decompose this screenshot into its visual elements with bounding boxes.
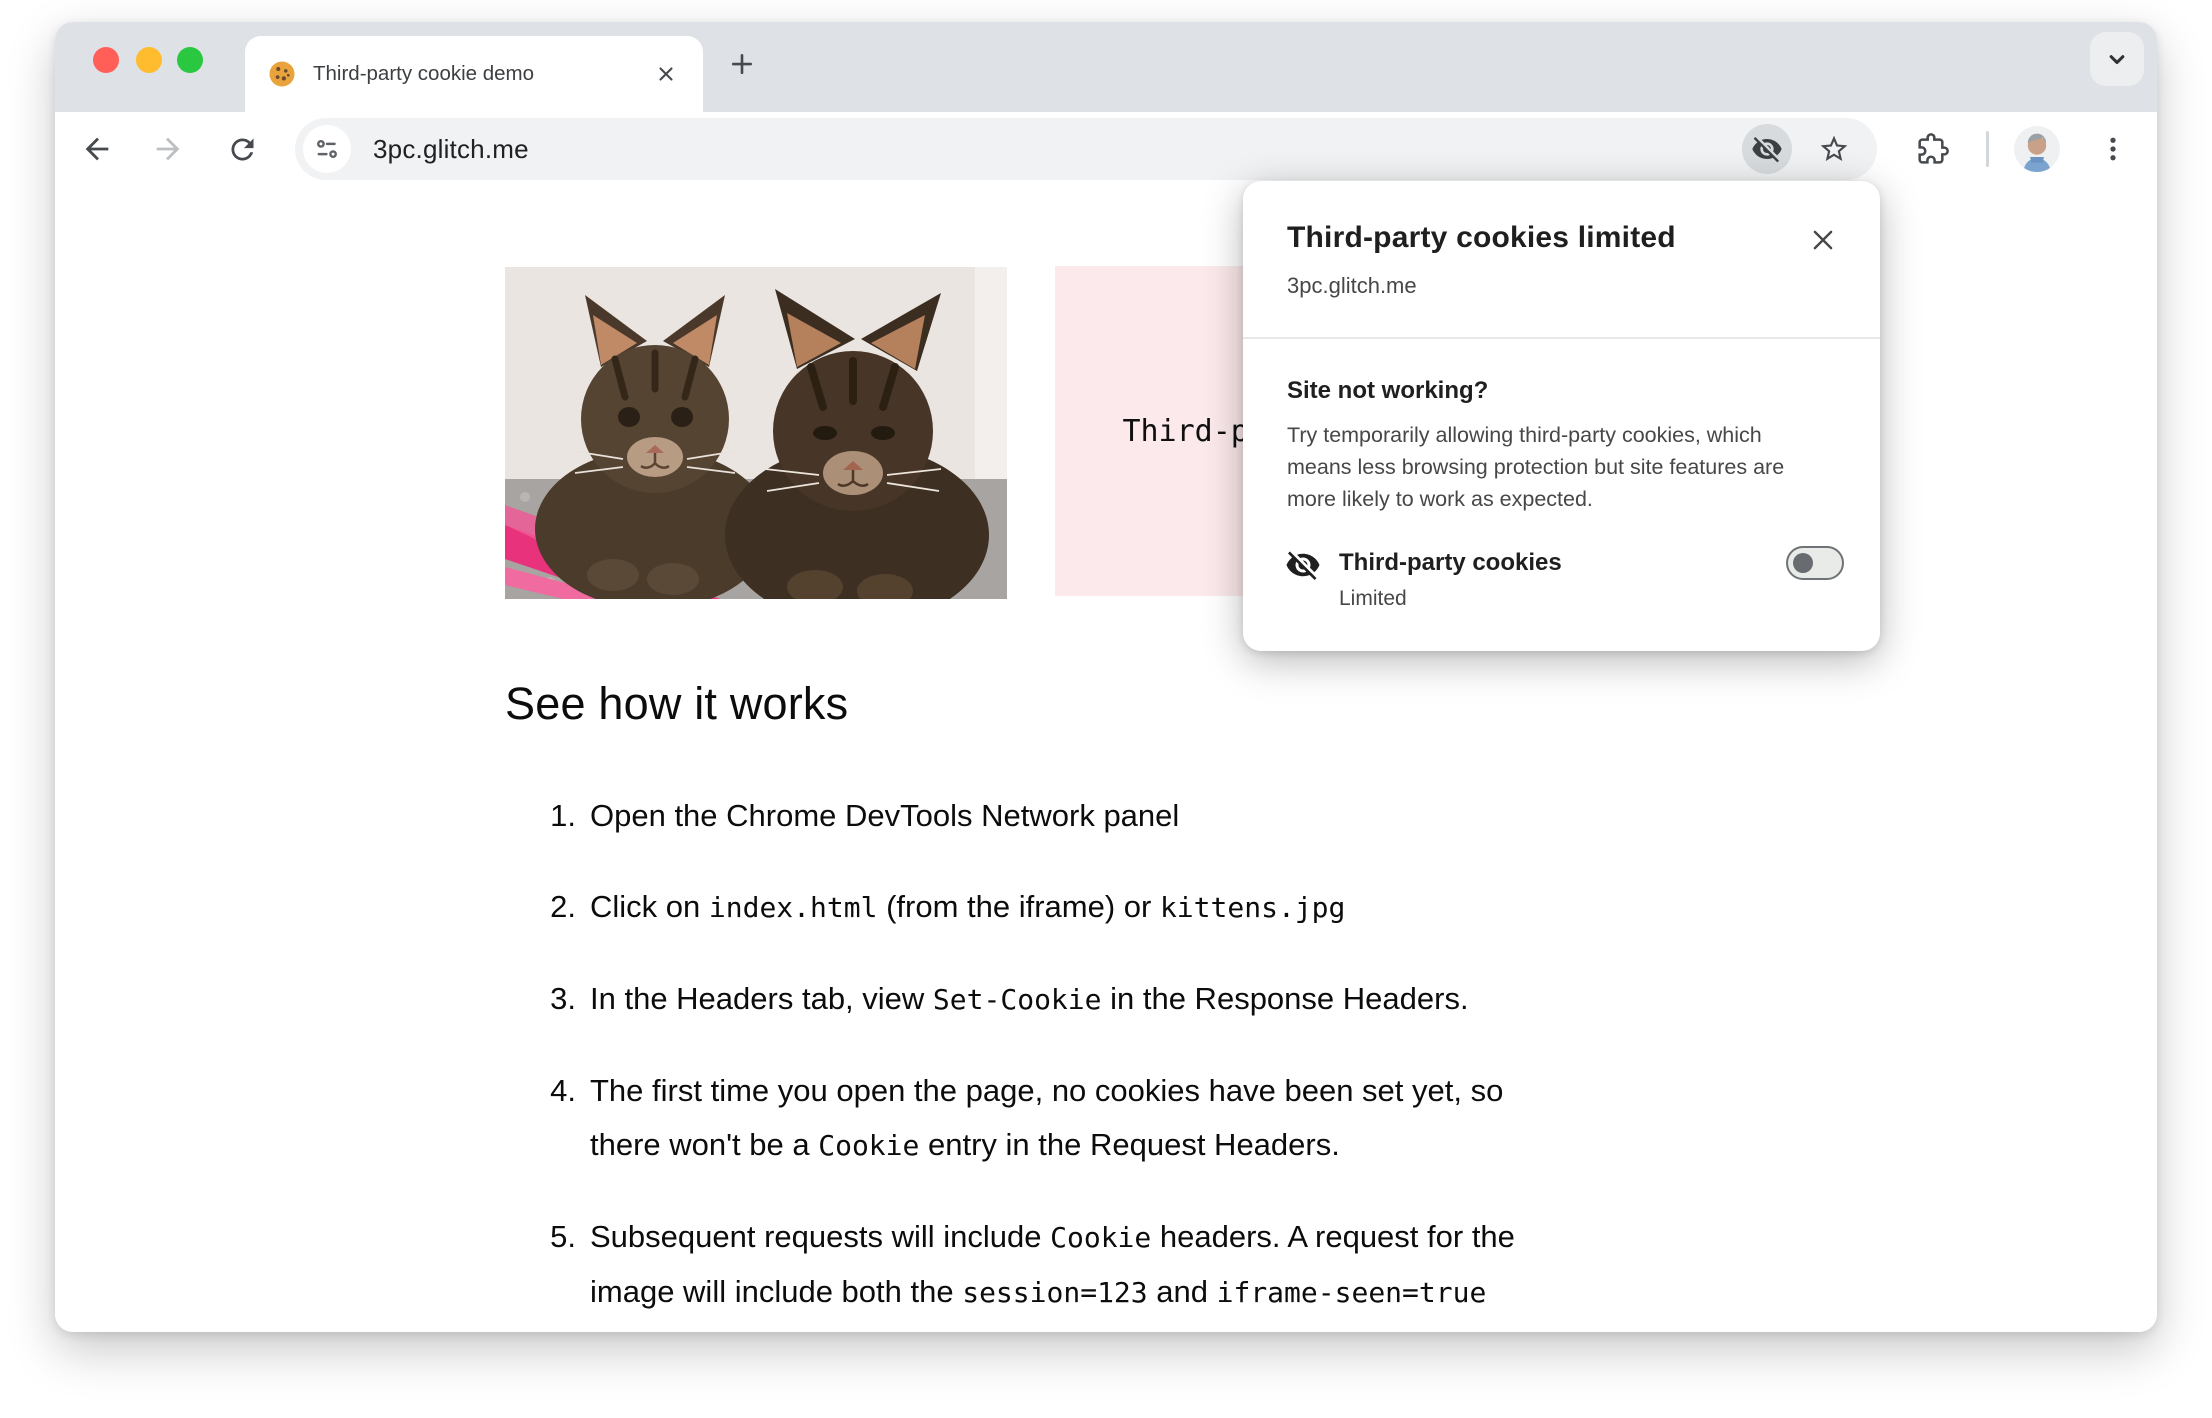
url-text[interactable]: 3pc.glitch.me bbox=[373, 134, 529, 165]
popup-divider bbox=[1243, 337, 1880, 339]
close-icon[interactable] bbox=[1806, 223, 1840, 257]
toolbar-separator bbox=[1986, 131, 1989, 167]
toggle-knob bbox=[1793, 553, 1813, 573]
reload-icon[interactable] bbox=[218, 125, 266, 173]
list-marker: 2. bbox=[550, 889, 576, 924]
popup-body: Try temporarily allowing third-party coo… bbox=[1287, 423, 1785, 511]
new-tab-plus-icon[interactable] bbox=[716, 38, 768, 90]
kebab-menu-icon[interactable] bbox=[2089, 125, 2137, 173]
toggle-switch[interactable] bbox=[1786, 546, 1844, 580]
list-item: 1. Open the Chrome DevTools Network panel bbox=[532, 789, 1782, 843]
traffic-light-close[interactable] bbox=[93, 47, 119, 73]
toolbar: 3pc.glitch.me bbox=[55, 112, 2157, 187]
popup-site: 3pc.glitch.me bbox=[1287, 273, 1417, 298]
eye-off-icon bbox=[1285, 547, 1321, 583]
eye-off-icon[interactable] bbox=[1742, 124, 1792, 174]
omnibox[interactable]: 3pc.glitch.me bbox=[295, 118, 1877, 180]
screenshot-root: Third-party cookie demo 3pc.glitch.me Th… bbox=[0, 0, 2212, 1418]
page-title: See how it works bbox=[505, 678, 849, 729]
list-item: 3. In the Headers tab, view Set-Cookie in… bbox=[532, 972, 1782, 1027]
list-marker: 3. bbox=[550, 981, 576, 1016]
tab-title: Third-party cookie demo bbox=[313, 62, 535, 85]
tab-active[interactable]: Third-party cookie demo bbox=[245, 36, 703, 112]
list-marker: 1. bbox=[550, 798, 576, 833]
star-icon[interactable] bbox=[1810, 125, 1858, 173]
kittens-photo bbox=[505, 267, 1007, 599]
popup-section-title: Site not working? bbox=[1287, 377, 1489, 404]
cookies-popup: Third-party cookies limited 3pc.glitch.m… bbox=[1243, 181, 1880, 651]
popup-title: Third-party cookies limited bbox=[1287, 221, 1676, 254]
chevron-down-icon[interactable] bbox=[2090, 32, 2144, 86]
traffic-light-zoom[interactable] bbox=[177, 47, 203, 73]
cookie-icon bbox=[267, 59, 297, 89]
list-marker: 4. bbox=[550, 1073, 576, 1108]
traffic-light-minimize[interactable] bbox=[136, 47, 162, 73]
back-icon[interactable] bbox=[73, 125, 121, 173]
list-item: 5. Subsequent requests will include Cooki… bbox=[532, 1210, 1782, 1332]
extensions-icon[interactable] bbox=[1909, 125, 1957, 173]
list-marker: 5. bbox=[550, 1219, 576, 1254]
list-item: 4. The first time you open the page, no c… bbox=[532, 1064, 1782, 1173]
tab-close-icon[interactable] bbox=[651, 59, 681, 89]
forward-icon bbox=[144, 125, 192, 173]
list-item: 2. Click on index.html (from the iframe) … bbox=[532, 880, 1782, 935]
site-info-icon[interactable] bbox=[303, 125, 351, 173]
tab-strip: Third-party cookie demo bbox=[55, 22, 2157, 112]
toggle-label: Third-party cookies bbox=[1339, 549, 1562, 576]
steps-list: 1. Open the Chrome DevTools Network panel… bbox=[532, 789, 1782, 1332]
avatar[interactable] bbox=[2014, 126, 2060, 172]
toggle-status: Limited bbox=[1339, 587, 1407, 610]
